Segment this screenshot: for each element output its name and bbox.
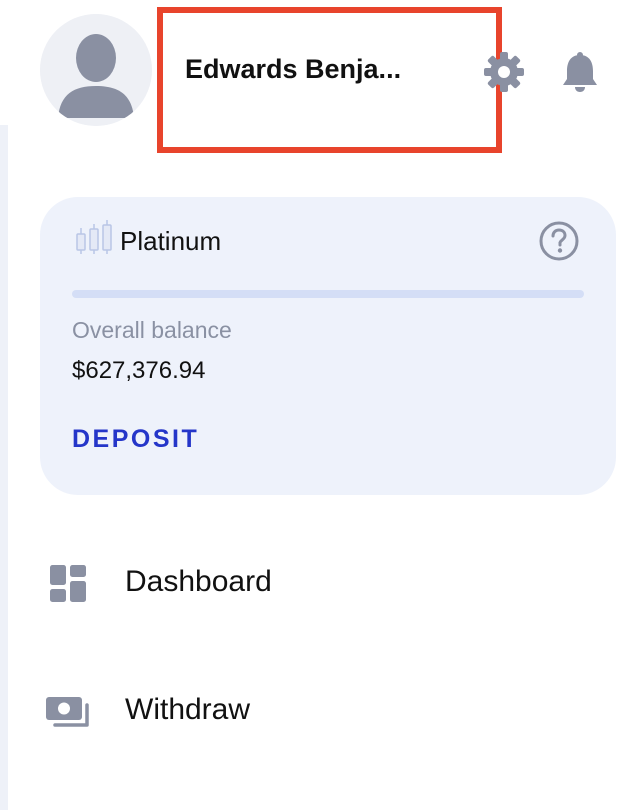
- tier-progress-bar: [72, 290, 584, 298]
- candlestick-chart-icon: [73, 219, 117, 259]
- user-name: Edwards Benja...: [185, 54, 402, 84]
- account-card: Platinum Overall balance $627,376.94 DEP…: [40, 197, 616, 495]
- help-button[interactable]: [537, 219, 581, 263]
- settings-button[interactable]: [480, 48, 528, 96]
- question-circle-icon: [539, 221, 579, 261]
- gear-icon: [484, 52, 524, 92]
- balance-label: Overall balance: [72, 317, 232, 343]
- user-placeholder-icon: [40, 14, 152, 126]
- nav-item-withdraw[interactable]: Withdraw: [40, 676, 616, 746]
- nav-item-dashboard[interactable]: Dashboard: [40, 548, 616, 618]
- side-edge-strip: [0, 125, 8, 810]
- nav-item-label: Withdraw: [125, 693, 251, 726]
- cash-stack-icon: [45, 693, 93, 733]
- nav-item-label: Dashboard: [125, 565, 272, 598]
- avatar[interactable]: [40, 14, 152, 126]
- balance-value: $627,376.94: [72, 357, 206, 384]
- notifications-button[interactable]: [558, 47, 602, 95]
- tier-progress-fill: [72, 290, 584, 298]
- dashboard-grid-icon: [45, 565, 93, 605]
- deposit-button[interactable]: DEPOSIT: [72, 423, 199, 455]
- bell-icon: [563, 52, 597, 92]
- account-tier-label: Platinum: [120, 226, 222, 256]
